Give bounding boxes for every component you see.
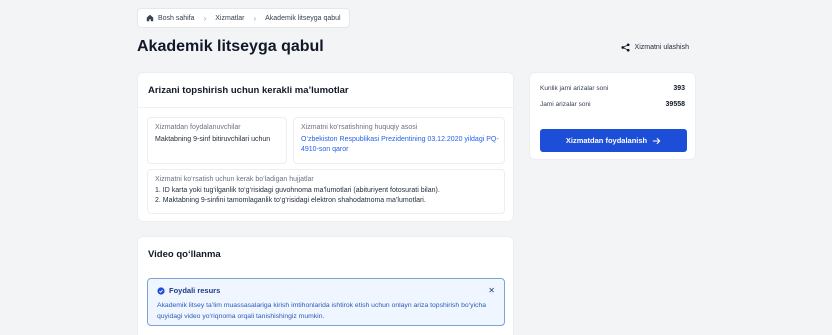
document-item: 1. ID karta yoki tug‘ilganlik to‘g‘risid…: [155, 187, 440, 194]
breadcrumb-services[interactable]: Xizmatlar: [215, 15, 244, 22]
arrow-right-icon: [653, 137, 661, 144]
alert-title: Foydali resurs: [169, 286, 221, 295]
users-label: Xizmatdan foydalanuvchilar: [155, 124, 241, 131]
use-service-label: Xizmatdan foydalanish: [565, 136, 648, 145]
daily-label: Kunlik jami arizalar soni: [540, 85, 609, 92]
breadcrumb: Bosh sahifa › Xizmatlar › Akademik litse…: [137, 8, 350, 28]
home-icon[interactable]: [146, 14, 154, 22]
stats-card: Kunlik jami arizalar soni 393 Jami ariza…: [529, 72, 696, 160]
video-guide-card: Video qo‘llanma Foydali resurs ✕ Akademi…: [137, 236, 514, 335]
total-applications-row: Jami arizalar soni 39558: [540, 101, 685, 108]
total-value: 39558: [665, 101, 685, 108]
divider: [138, 107, 513, 108]
documents-list: 1. ID karta yoki tug‘ilganlik to‘g‘risid…: [155, 186, 440, 206]
legal-link[interactable]: O‘zbekiston Respublikasi Prezidentining …: [301, 135, 501, 155]
requirements-title: Arizani topshirish uchun kerakli ma’lumo…: [148, 85, 349, 96]
check-circle-icon: [157, 286, 165, 295]
share-icon: [620, 43, 630, 52]
total-label: Jami arizalar soni: [540, 101, 591, 108]
chevron-right-icon: ›: [203, 13, 207, 23]
requirements-card: Arizani topshirish uchun kerakli ma’lumo…: [137, 72, 514, 222]
page-title: Akademik litseyga qabul: [137, 38, 324, 55]
share-label: Xizmatni ulashish: [634, 44, 689, 51]
share-button[interactable]: Xizmatni ulashish: [620, 43, 689, 52]
documents-label: Xizmatni ko‘rsatish uchun kerak bo‘ladig…: [155, 176, 314, 183]
use-service-button[interactable]: Xizmatdan foydalanish: [540, 129, 687, 152]
video-title: Video qo‘llanma: [148, 249, 221, 260]
daily-applications-row: Kunlik jami arizalar soni 393: [540, 85, 685, 92]
legal-label: Xizmatni ko‘rsatishning huquqiy asosi: [301, 124, 418, 131]
resource-alert: Foydali resurs ✕ Akademik litsey ta’lim …: [147, 278, 505, 326]
breadcrumb-current: Akademik litseyga qabul: [265, 14, 341, 22]
alert-body: Akademik litsey ta’lim muassasalariga ki…: [157, 302, 487, 320]
users-box: Xizmatdan foydalanuvchilar Maktabning 9-…: [147, 117, 287, 164]
documents-box: Xizmatni ko‘rsatish uchun kerak bo‘ladig…: [147, 169, 505, 214]
breadcrumb-home[interactable]: Bosh sahifa: [158, 15, 195, 22]
document-item: 2. Maktabning 9-sinfini tamomlaganlik to…: [155, 197, 426, 204]
close-icon[interactable]: ✕: [488, 286, 495, 295]
chevron-right-icon: ›: [253, 13, 257, 23]
legal-basis-box: Xizmatni ko‘rsatishning huquqiy asosi O‘…: [293, 117, 505, 164]
alert-header: Foydali resurs: [157, 286, 220, 295]
daily-value: 393: [673, 85, 685, 92]
users-value: Maktabning 9-sinf bitiruvchilari uchun: [155, 136, 271, 143]
